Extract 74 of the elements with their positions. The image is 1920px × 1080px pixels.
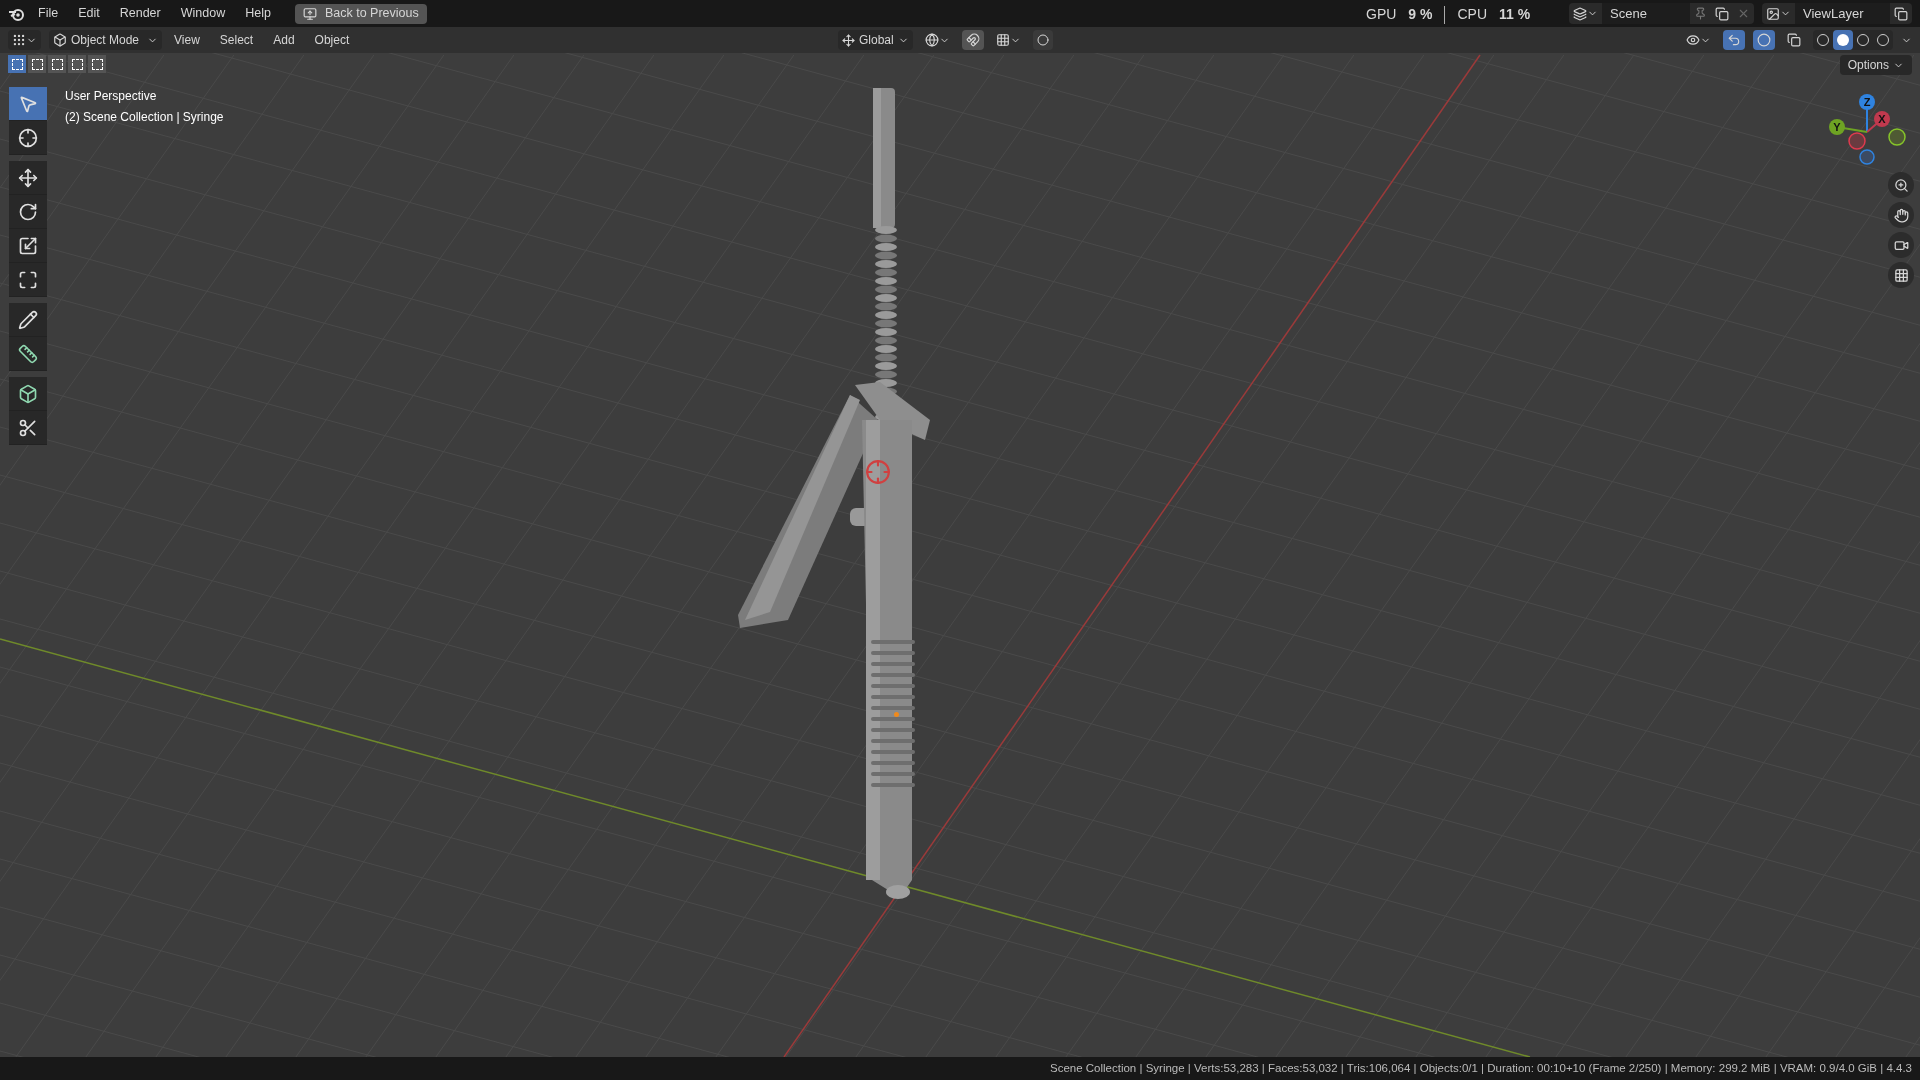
stat-value: 9 % [1408, 5, 1433, 24]
shading-mode-button[interactable] [1833, 30, 1853, 50]
cube-icon [18, 383, 38, 404]
back-to-previous-button[interactable]: Back to Previous [294, 3, 427, 24]
tool-button[interactable] [9, 87, 47, 121]
snap-toggle[interactable] [961, 30, 984, 50]
eye-icon [1686, 33, 1700, 47]
selection-mode-button[interactable] [48, 55, 66, 73]
magnet-icon [965, 33, 980, 47]
screen-arrow-icon [302, 6, 317, 21]
selection-mode-button[interactable] [68, 55, 86, 73]
selection-square-icon [91, 58, 103, 70]
transform-icon [18, 269, 38, 290]
scale-icon [18, 235, 38, 256]
menu-item[interactable]: Select [211, 31, 262, 49]
menu-item[interactable]: Help [237, 2, 279, 25]
orientation-dropdown[interactable]: Global [838, 30, 913, 50]
view-layer-selector[interactable]: ViewLayer [1762, 3, 1912, 24]
grid-icon [1893, 267, 1909, 283]
menu-item[interactable]: File [30, 2, 67, 25]
selection-mode-button[interactable] [88, 55, 106, 73]
selection-square-icon [71, 58, 83, 70]
scene-name: Scene [1602, 3, 1690, 24]
menu-item[interactable]: Window [172, 2, 234, 25]
selection-square-icon [31, 58, 43, 70]
tool-button[interactable] [9, 303, 47, 337]
menu-item[interactable]: Add [265, 31, 303, 49]
view-layer-name: ViewLayer [1795, 3, 1890, 24]
duplicate-icon [1715, 6, 1729, 21]
close-icon [1737, 7, 1750, 20]
crosshair-icon [18, 127, 38, 148]
3d-cursor-icon [865, 459, 891, 485]
selection-mode-button[interactable] [28, 55, 46, 73]
duplicate-icon [1894, 6, 1908, 21]
editor-type-button[interactable] [8, 30, 41, 50]
collection-label: (2) Scene Collection | Syringe [65, 109, 224, 126]
cube-icon [53, 33, 67, 47]
navigation-gizmo-drawing[interactable]: Z X Y [1822, 87, 1912, 197]
tool-button[interactable] [9, 229, 47, 263]
stat-label: GPU [1366, 5, 1397, 24]
stat-value: 11 % [1499, 5, 1531, 24]
status-bar-text: Scene Collection | Syringe | Verts:53,283 | Faces:53,032 | Tris:106,064 | Objects:0/1 | Duration: 00:10+10 (Frame 2/250) | Memory: 299.2 MiB | VRAM: 0.9/4.0 GiB | 4.4.3 [1049, 1060, 1912, 1076]
rotate-icon [18, 201, 38, 222]
menu-item[interactable]: Edit [70, 2, 108, 25]
tool-button[interactable] [9, 411, 47, 445]
tool-button[interactable] [9, 263, 47, 297]
mode-dropdown[interactable]: Object Mode [49, 30, 163, 50]
hand-icon [1893, 207, 1909, 223]
menu-item[interactable]: View [166, 31, 208, 49]
selection-square-icon [51, 58, 63, 70]
zoom-icon [1893, 177, 1909, 193]
options-dropdown[interactable]: Options [1839, 55, 1912, 75]
scene-selector[interactable]: Scene [1569, 3, 1754, 24]
gizmo-toggle[interactable] [1723, 30, 1745, 50]
view-perspective-label: User Perspective [65, 88, 158, 105]
tool-button[interactable] [9, 337, 47, 371]
menu-item[interactable]: Object [306, 31, 358, 49]
tool-button[interactable] [9, 195, 47, 229]
scissors-icon [18, 417, 38, 438]
pin-icon [1694, 7, 1707, 20]
stat-label: CPU [1457, 5, 1488, 24]
tool-button[interactable] [9, 121, 47, 155]
overlay-toggle[interactable] [1753, 30, 1775, 50]
move-arrows-icon [18, 167, 38, 188]
selection-square-icon [11, 58, 23, 70]
pencil-icon [18, 309, 38, 330]
ruler-icon [18, 343, 38, 364]
tool-button[interactable] [9, 377, 47, 411]
selection-mode-button[interactable] [8, 55, 26, 73]
circle-icon [1036, 34, 1049, 46]
proportional-edit-toggle[interactable] [1032, 30, 1053, 50]
menu-item[interactable]: Render [111, 2, 169, 25]
tool-button[interactable] [9, 161, 47, 195]
grid-icon [995, 33, 1010, 47]
